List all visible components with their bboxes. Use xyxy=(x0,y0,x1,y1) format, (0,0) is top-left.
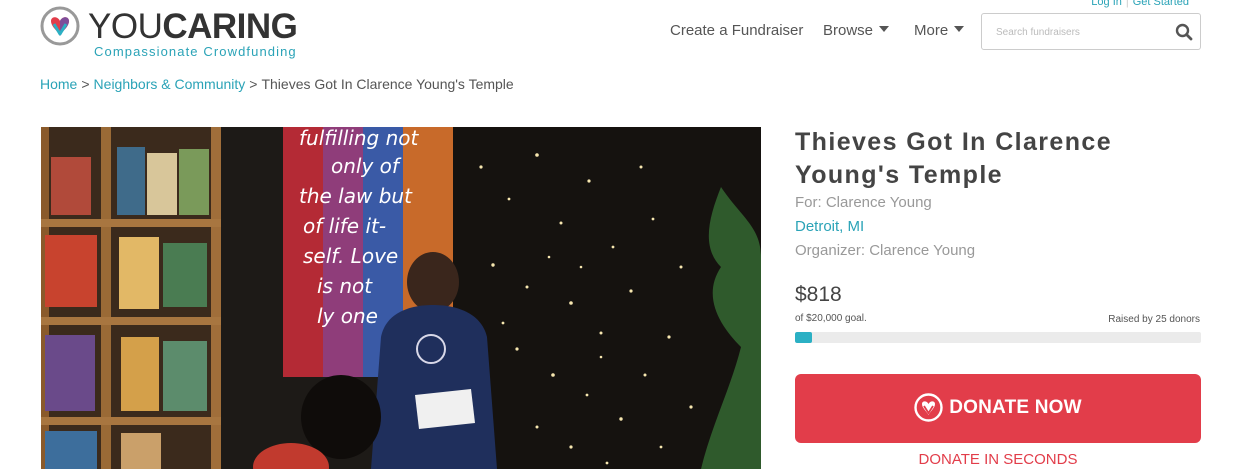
login-link[interactable]: Log In xyxy=(1087,0,1126,8)
youcaring-logo[interactable]: YOUCARING Compassionate Crowdfunding xyxy=(40,6,340,62)
mural-text: ly one xyxy=(317,304,378,328)
donate-now-label: DONATE NOW xyxy=(949,396,1082,418)
campaign-hero-image[interactable]: fulfilling not only of the law but of li… xyxy=(41,127,761,469)
mural-text: fulfilling not xyxy=(299,127,420,150)
search-icon[interactable] xyxy=(1175,23,1193,41)
chevron-down-icon xyxy=(879,26,890,32)
breadcrumb-separator: > xyxy=(81,76,90,92)
mural-text: is not xyxy=(317,274,373,298)
campaign-beneficiary: For: Clarence Young xyxy=(795,194,932,211)
nav-browse-label: Browse xyxy=(823,22,874,39)
campaign-organizer: Organizer: Clarence Young xyxy=(795,242,976,259)
breadcrumb-category[interactable]: Neighbors & Community xyxy=(94,76,246,92)
site-header: YOUCARING Compassionate Crowdfunding Log… xyxy=(0,0,1245,70)
mural-text: the law but xyxy=(299,184,413,208)
breadcrumb-separator: > xyxy=(249,76,258,92)
donate-in-seconds-link[interactable]: DONATE IN SECONDS xyxy=(795,451,1201,468)
mural-text: self. Love xyxy=(303,244,398,268)
donate-now-button[interactable]: DONATE NOW xyxy=(795,374,1201,443)
progress-fill xyxy=(795,332,812,343)
chevron-down-icon xyxy=(954,26,965,32)
nav-browse[interactable]: Browse xyxy=(823,22,890,39)
nav-create-fundraiser[interactable]: Create a Fundraiser xyxy=(670,22,803,39)
progress-bar xyxy=(795,332,1201,343)
hero-photo: fulfilling not only of the law but of li… xyxy=(41,127,761,469)
search-input[interactable] xyxy=(996,23,1166,41)
logo-tagline: Compassionate Crowdfunding xyxy=(94,44,297,59)
mural-text: only of xyxy=(331,154,402,178)
logo-wordmark: YOUCARING xyxy=(88,7,298,46)
heart-hands-icon xyxy=(40,6,80,46)
nav-more[interactable]: More xyxy=(914,22,965,39)
breadcrumb-home[interactable]: Home xyxy=(40,76,77,92)
get-started-link[interactable]: Get Started xyxy=(1129,0,1193,8)
auth-links: Log In | Get Started xyxy=(1087,0,1193,8)
campaign-title: Thieves Got In Clarence Young's Temple xyxy=(795,128,1113,189)
breadcrumb: Home > Neighbors & Community > Thieves Got I… xyxy=(40,76,514,92)
amount-raised: $818 xyxy=(795,283,842,306)
heart-hands-icon xyxy=(914,393,943,422)
goal-text: of $20,000 goal. xyxy=(795,313,867,324)
nav-more-label: More xyxy=(914,22,949,39)
breadcrumb-current: Thieves Got In Clarence Young's Temple xyxy=(261,76,514,92)
donor-count: Raised by 25 donors xyxy=(1108,314,1200,325)
campaign-location[interactable]: Detroit, MI xyxy=(795,218,864,235)
search-box xyxy=(981,13,1201,50)
mural-text: of life it- xyxy=(303,214,386,238)
